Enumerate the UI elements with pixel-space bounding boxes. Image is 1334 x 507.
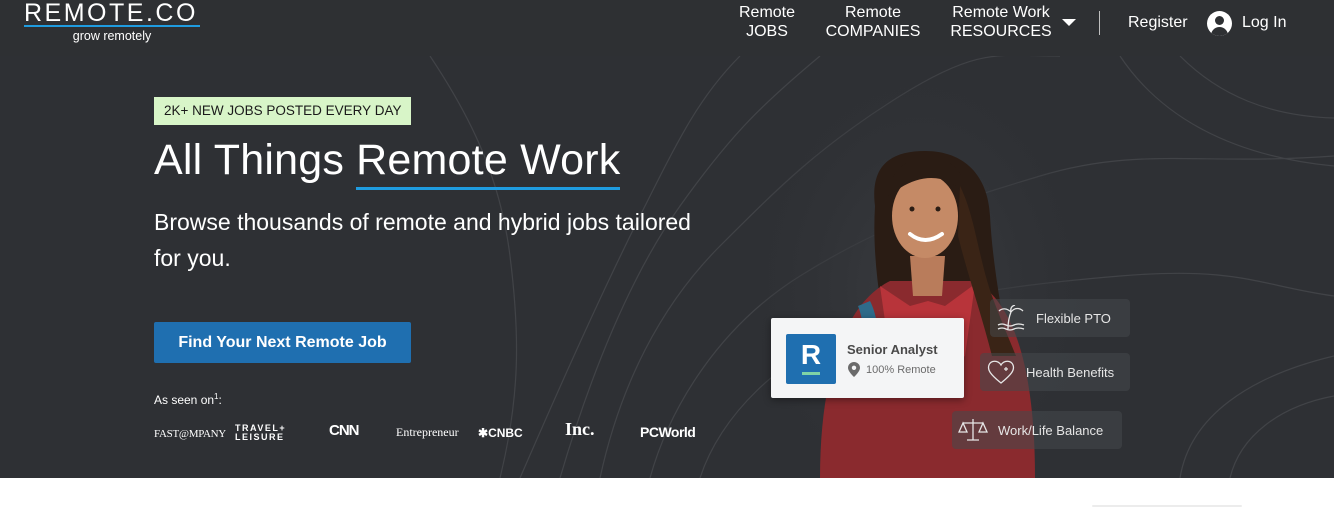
- logo-underline: [24, 25, 200, 27]
- benefit-work-life-balance: Work/Life Balance: [998, 423, 1104, 438]
- below-fold-area: [0, 478, 1334, 507]
- nav-divider: [1099, 11, 1100, 35]
- hero-subhead: Browse thousands of remote and hybrid jo…: [154, 209, 691, 271]
- press-logo-inc: Inc.: [565, 419, 595, 439]
- press-logo-entrepreneur: Entrepreneur: [396, 425, 459, 439]
- headline-underlined: Remote Work: [356, 136, 621, 190]
- user-icon-head: [1215, 16, 1224, 25]
- nav-remote-work-resources[interactable]: Remote Work RESOURCES: [946, 4, 1056, 41]
- press-logo-cnbc: ✱CNBC: [478, 425, 523, 441]
- nav-remote-jobs[interactable]: Remote JOBS: [728, 4, 806, 41]
- peacock-icon: ✱: [478, 426, 489, 440]
- press-logo-travel-leisure: TRAVEL+ LEISURE: [235, 424, 286, 442]
- hero-section: 2K+ NEW JOBS POSTED EVERY DAY All Things…: [0, 56, 1334, 478]
- travel-leisure-line2: LEISURE: [235, 432, 285, 442]
- scales-icon: [958, 419, 988, 441]
- palm-tree-icon: [997, 305, 1025, 331]
- nav-remote-companies-line1: Remote: [844, 4, 902, 21]
- as-seen-on-label: As seen on1:: [154, 389, 222, 408]
- nav-remote-companies-line2: COMPANIES: [825, 22, 921, 40]
- site-header: REMOTE.CO grow remotely Remote JOBS Remo…: [0, 0, 1334, 56]
- benefit-flexible-pto: Flexible PTO: [1036, 311, 1111, 326]
- user-circle-icon[interactable]: [1207, 11, 1232, 36]
- benefit-chip-health: Health Benefits: [980, 353, 1130, 391]
- cnbc-text: CNBC: [488, 426, 523, 440]
- nav-remote-jobs-line1: Remote: [738, 4, 796, 21]
- site-logo[interactable]: REMOTE.CO grow remotely: [24, 0, 200, 46]
- press-logo-pcworld: PCWorld: [640, 424, 696, 440]
- chevron-down-icon[interactable]: [1062, 19, 1076, 26]
- as-seen-on-colon: :: [218, 393, 222, 407]
- nav-resources-line2: RESOURCES: [950, 22, 1052, 40]
- logo-wordmark: REMOTE.CO: [24, 0, 198, 27]
- job-preview-card[interactable]: R Senior Analyst 100% Remote: [771, 318, 964, 398]
- press-logo-cnn: CNN: [329, 422, 359, 439]
- company-logo-letter: R: [800, 339, 822, 370]
- nav-remote-jobs-line2: JOBS: [746, 22, 788, 40]
- job-location: 100% Remote: [866, 364, 936, 376]
- benefit-health-benefits: Health Benefits: [1026, 365, 1115, 380]
- benefit-chip-flexible-pto: Flexible PTO: [990, 299, 1130, 337]
- headline-start: All Things: [154, 136, 357, 184]
- nav-resources-line1: Remote Work: [952, 4, 1050, 21]
- page-title: All Things Remote Work: [154, 134, 621, 190]
- press-logo-fast-company: FAST@MPANY: [154, 428, 226, 440]
- as-seen-on-text: As seen on: [154, 393, 215, 407]
- login-link[interactable]: Log In: [1242, 14, 1286, 32]
- heart-plus-icon: [987, 360, 1015, 384]
- company-logo: R: [786, 334, 836, 384]
- company-logo-bar: [802, 372, 820, 375]
- job-title: Senior Analyst: [847, 342, 938, 357]
- register-link[interactable]: Register: [1128, 14, 1188, 32]
- benefit-chip-work-life: Work/Life Balance: [952, 411, 1122, 449]
- logo-tagline: grow remotely: [72, 29, 152, 43]
- user-icon-torso: [1211, 27, 1228, 36]
- find-remote-job-button[interactable]: Find Your Next Remote Job: [154, 322, 411, 363]
- map-pin-icon: [848, 362, 860, 377]
- jobs-posted-badge: 2K+ NEW JOBS POSTED EVERY DAY: [154, 97, 412, 125]
- nav-remote-companies[interactable]: Remote COMPANIES: [822, 4, 924, 41]
